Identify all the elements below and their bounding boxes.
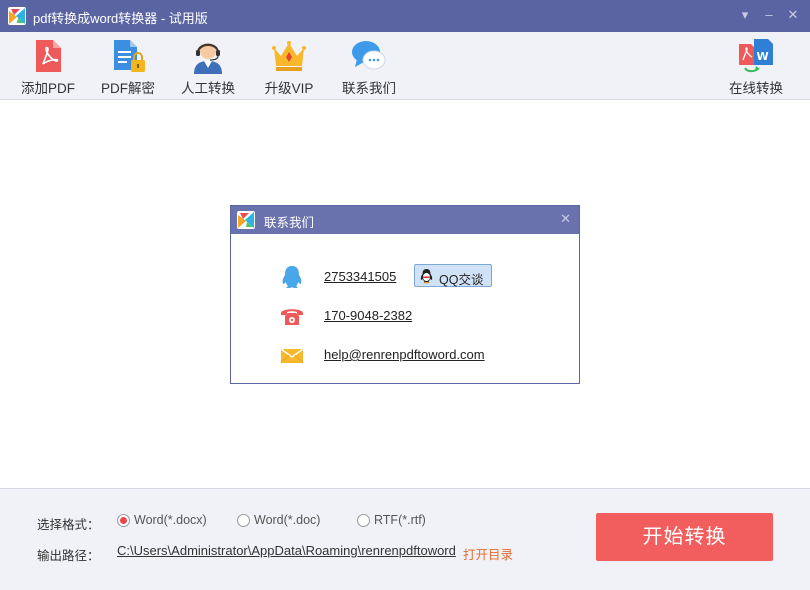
minimize-button[interactable]: – <box>760 6 778 24</box>
qq-chat-label: QQ交谈 <box>439 273 484 287</box>
title-bar: pdf转换成word转换器 - 试用版 ▾ – ✕ <box>0 0 810 32</box>
contact-dialog: 联系我们 ✕ 2753341505 QQ交谈 170-9048-2382 hel… <box>230 205 580 384</box>
email-link[interactable]: help@renrenpdftoword.com <box>324 347 485 362</box>
pdf-unlock-icon <box>114 40 145 72</box>
format-label: 选择格式： <box>37 518 100 532</box>
phone-number-link[interactable]: 170-9048-2382 <box>324 308 412 323</box>
output-path-link[interactable]: C:\Users\Administrator\AppData\Roaming\r… <box>117 543 457 558</box>
manual-convert-button[interactable]: 人工转换 <box>176 32 240 100</box>
toolbar-label-contact-us: 联系我们 <box>342 81 396 96</box>
format-option-label: RTF(*.rtf) <box>374 513 426 527</box>
phone-icon <box>281 309 303 325</box>
qq-penguin-icon <box>420 269 433 284</box>
chat-bubble-icon <box>352 41 386 70</box>
crown-icon <box>272 41 306 71</box>
qq-penguin-icon <box>282 266 302 288</box>
start-convert-button[interactable]: 开始转换 <box>596 513 773 561</box>
app-logo-icon <box>8 7 26 25</box>
qq-chat-button[interactable]: QQ交谈 <box>414 264 492 287</box>
radio-unselected-indicator <box>357 514 370 527</box>
format-option-label: Word(*.docx) <box>134 513 207 527</box>
toolbar-label-add-pdf: 添加PDF <box>21 81 75 96</box>
svg-text:W: W <box>757 50 769 63</box>
pdf-decrypt-button[interactable]: PDF解密 <box>96 32 160 100</box>
menu-dropdown-button[interactable]: ▾ <box>736 6 754 24</box>
dialog-title: 联系我们 <box>264 216 315 230</box>
close-button[interactable]: ✕ <box>784 6 802 24</box>
add-pdf-button[interactable]: 添加PDF <box>16 32 80 100</box>
window-title: pdf转换成word转换器 - 试用版 <box>33 11 208 26</box>
contact-us-button[interactable]: 联系我们 <box>337 32 401 100</box>
dialog-close-button[interactable]: ✕ <box>560 211 571 227</box>
toolbar-label-manual-convert: 人工转换 <box>181 81 235 96</box>
support-agent-icon <box>194 43 222 74</box>
toolbar-label-pdf-decrypt: PDF解密 <box>101 81 155 96</box>
radio-unselected-indicator <box>237 514 250 527</box>
pdf-to-word-icon: W <box>739 39 773 73</box>
open-directory-link[interactable]: 打开目录 <box>463 544 513 563</box>
output-path-label: 输出路径： <box>37 549 100 563</box>
radio-selected-indicator <box>117 514 130 527</box>
toolbar-label-online-convert: 在线转换 <box>729 81 783 96</box>
format-option-label: Word(*.doc) <box>254 513 321 527</box>
dialog-header: 联系我们 ✕ <box>231 206 579 234</box>
envelope-icon <box>280 348 304 364</box>
app-logo-icon <box>237 211 255 229</box>
toolbar-label-upgrade-vip: 升级VIP <box>264 81 314 96</box>
toolbar: 添加PDF PDF解密 人工转换 升级VIP 联系我们 W 在线转换 <box>0 32 810 100</box>
online-convert-button[interactable]: W 在线转换 <box>724 32 788 100</box>
upgrade-vip-button[interactable]: 升级VIP <box>257 32 321 100</box>
qq-number-link[interactable]: 2753341505 <box>324 269 396 284</box>
bottom-panel: 选择格式： Word(*.docx) Word(*.doc) RTF(*.rtf… <box>0 488 810 590</box>
pdf-file-icon <box>36 40 61 72</box>
